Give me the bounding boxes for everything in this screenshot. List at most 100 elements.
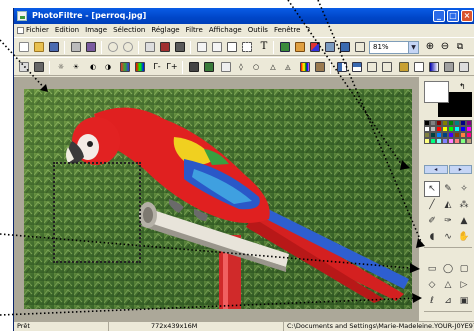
menu-selection[interactable]: Sélection (110, 25, 148, 35)
right-triangle-select[interactable]: ▷ (456, 277, 472, 293)
smudge-tool[interactable]: ∿ (440, 229, 456, 245)
polygon-select[interactable]: ⊿ (440, 293, 456, 309)
new-file-button[interactable] (18, 41, 30, 53)
automation-button[interactable] (279, 41, 291, 53)
menu-outils[interactable]: Outils (245, 25, 271, 35)
gamma-minus-button[interactable]: Γ- (151, 61, 163, 73)
sepia-button[interactable] (203, 61, 215, 73)
redo-button[interactable] (122, 41, 134, 53)
eyedropper-tool[interactable]: ✎ (440, 181, 456, 197)
zoom-out-button[interactable]: ⊖ (439, 41, 451, 53)
paste-new-button[interactable] (174, 41, 186, 53)
frame-button[interactable] (413, 61, 425, 73)
menu-affichage[interactable]: Affichage (206, 25, 245, 35)
text-tool-button[interactable]: T (258, 41, 270, 53)
blur-button[interactable] (220, 61, 232, 73)
image-button[interactable] (324, 41, 336, 53)
copy-button[interactable] (144, 41, 156, 53)
color-swatch[interactable] (466, 138, 472, 144)
minimize-button[interactable]: _ (433, 10, 445, 22)
menu-fenetre[interactable]: Fenêtre (271, 25, 303, 35)
saturation-plus-button[interactable] (134, 61, 146, 73)
selection-marquee[interactable] (53, 162, 141, 263)
canvas-size-button[interactable] (211, 41, 223, 53)
ellipse-select[interactable]: ◯ (440, 261, 456, 277)
triangle-select[interactable]: △ (440, 277, 456, 293)
menu-image[interactable]: Image (82, 25, 110, 35)
print-button[interactable] (70, 41, 82, 53)
rainbow-button[interactable] (299, 61, 311, 73)
chevron-down-icon[interactable]: ▼ (408, 42, 418, 53)
fit-button[interactable] (241, 41, 253, 53)
swap-colors-icon[interactable]: ↰ (459, 82, 466, 91)
fill-tool[interactable]: ◭ (440, 197, 456, 213)
color-filter-button[interactable] (398, 61, 410, 73)
advanced-brush-tool[interactable]: ✑ (440, 213, 456, 229)
gradient-button[interactable] (428, 61, 440, 73)
image-size-button[interactable] (196, 41, 208, 53)
actual-size-button[interactable]: ⧉ (454, 41, 466, 53)
spray-tool[interactable]: ⁂ (456, 197, 472, 213)
menu-fichier[interactable]: Fichier (14, 25, 52, 35)
foreground-color[interactable] (424, 81, 449, 103)
undo-button[interactable] (107, 41, 119, 53)
color-swap-button[interactable] (309, 41, 321, 53)
menu-reglage[interactable]: Réglage (148, 25, 182, 35)
lasso-select[interactable]: ℓ (424, 293, 440, 309)
sharpen-button[interactable]: ◊ (235, 61, 247, 73)
contrast-plus-button[interactable]: ◑ (102, 61, 114, 73)
diamond-select[interactable]: ◇ (424, 277, 440, 293)
triangle-filter-button[interactable]: △ (267, 61, 279, 73)
zoom-in-button[interactable]: ⊕ (424, 41, 436, 53)
line-tool[interactable]: ╱ (424, 197, 440, 213)
color-swatches[interactable]: ↰ (424, 81, 472, 117)
hand-tool[interactable]: ✋ (456, 229, 472, 245)
blur-tool[interactable]: ◖ (424, 229, 440, 245)
fullscreen-button[interactable] (354, 41, 366, 53)
auto-levels-button[interactable] (18, 61, 30, 73)
magic-wand-tool[interactable]: ✧ (456, 181, 472, 197)
effects-button[interactable] (443, 61, 455, 73)
scan-button[interactable] (85, 41, 97, 53)
undo-icon (108, 42, 118, 52)
separator (64, 41, 65, 54)
texture-button[interactable] (314, 61, 326, 73)
title-bar[interactable]: PhotoFiltre - [perroq.jpg] _ □ × (14, 8, 474, 24)
menu-help[interactable]: ? (303, 25, 313, 35)
brightness-minus-button[interactable]: ☼ (55, 61, 67, 73)
menu-filtre[interactable]: Filtre (183, 25, 206, 35)
stamp-button[interactable] (294, 41, 306, 53)
palette-next-button[interactable]: ▸ (448, 165, 472, 174)
zoom-select[interactable]: 81% ▼ (369, 41, 419, 54)
open-button[interactable] (33, 41, 45, 53)
film-button[interactable] (458, 61, 470, 73)
menu-edition[interactable]: Edition (52, 25, 82, 35)
palette-prev-button[interactable]: ◂ (424, 165, 448, 174)
saturation-minus-button[interactable] (119, 61, 131, 73)
rounded-rect-select[interactable]: ▢ (456, 261, 472, 277)
fill-icon: ◭ (444, 200, 452, 210)
emboss-button[interactable]: ◬ (282, 61, 294, 73)
close-button[interactable]: × (461, 10, 473, 22)
stamp-tool[interactable]: ▲ (456, 213, 472, 229)
soften-button[interactable]: ○ (250, 61, 262, 73)
gamma-plus-button[interactable]: Γ+ (166, 61, 178, 73)
pointer-tool[interactable]: ↖ (424, 181, 440, 197)
open-folder-select[interactable]: ▣ (456, 293, 472, 309)
brush-tool[interactable]: ✐ (424, 213, 440, 229)
monitor-button[interactable] (339, 41, 351, 53)
crop-button[interactable] (226, 41, 238, 53)
brightness-plus-button[interactable]: ☀ (70, 61, 82, 73)
app-icon[interactable] (17, 11, 27, 21)
flip-horizontal-button[interactable] (336, 61, 348, 73)
rectangle-select[interactable]: ▭ (424, 261, 440, 277)
maximize-button[interactable]: □ (447, 10, 459, 22)
save-button[interactable] (48, 41, 60, 53)
rotate-right-button[interactable] (381, 61, 393, 73)
contrast-minus-button[interactable]: ◐ (87, 61, 99, 73)
auto-contrast-button[interactable] (33, 61, 45, 73)
flip-vertical-button[interactable] (351, 61, 363, 73)
grayscale-button[interactable] (188, 61, 200, 73)
paste-button[interactable] (159, 41, 171, 53)
rotate-left-button[interactable] (366, 61, 378, 73)
